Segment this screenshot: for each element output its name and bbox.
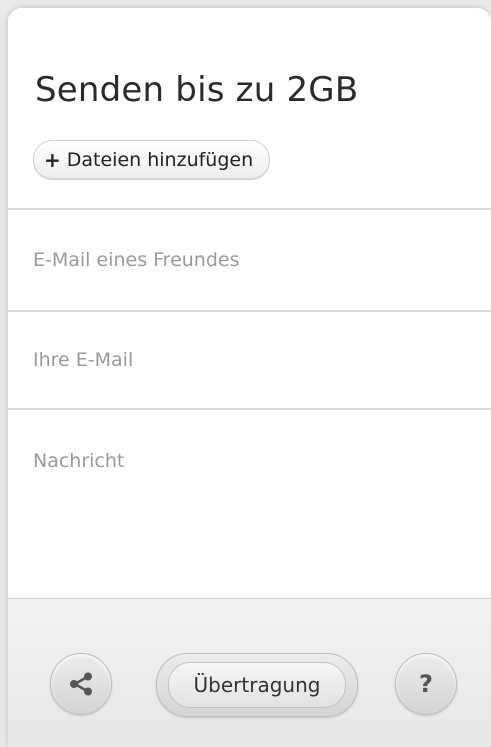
message-field[interactable]	[8, 450, 491, 590]
share-button[interactable]	[50, 653, 112, 715]
transfer-button-inner: Übertragung	[168, 662, 346, 708]
add-files-button[interactable]: + Dateien hinzufügen	[33, 140, 271, 180]
panel-footer: Übertragung ?	[8, 598, 491, 747]
transfer-button[interactable]: Übertragung	[156, 653, 358, 717]
plus-icon: +	[44, 148, 61, 172]
divider	[8, 408, 491, 410]
page-title: Senden bis zu 2GB	[35, 70, 359, 110]
own-email-field[interactable]	[8, 312, 491, 408]
panel-header: Senden bis zu 2GB + Dateien hinzufügen	[8, 8, 491, 208]
friend-email-field[interactable]	[8, 210, 491, 310]
transfer-label: Übertragung	[193, 673, 321, 697]
add-files-label: Dateien hinzufügen	[66, 149, 254, 171]
share-icon	[70, 672, 92, 696]
help-icon: ?	[419, 670, 433, 698]
help-button[interactable]: ?	[395, 653, 457, 715]
upload-panel: Senden bis zu 2GB + Dateien hinzufügen Ü…	[8, 8, 491, 747]
